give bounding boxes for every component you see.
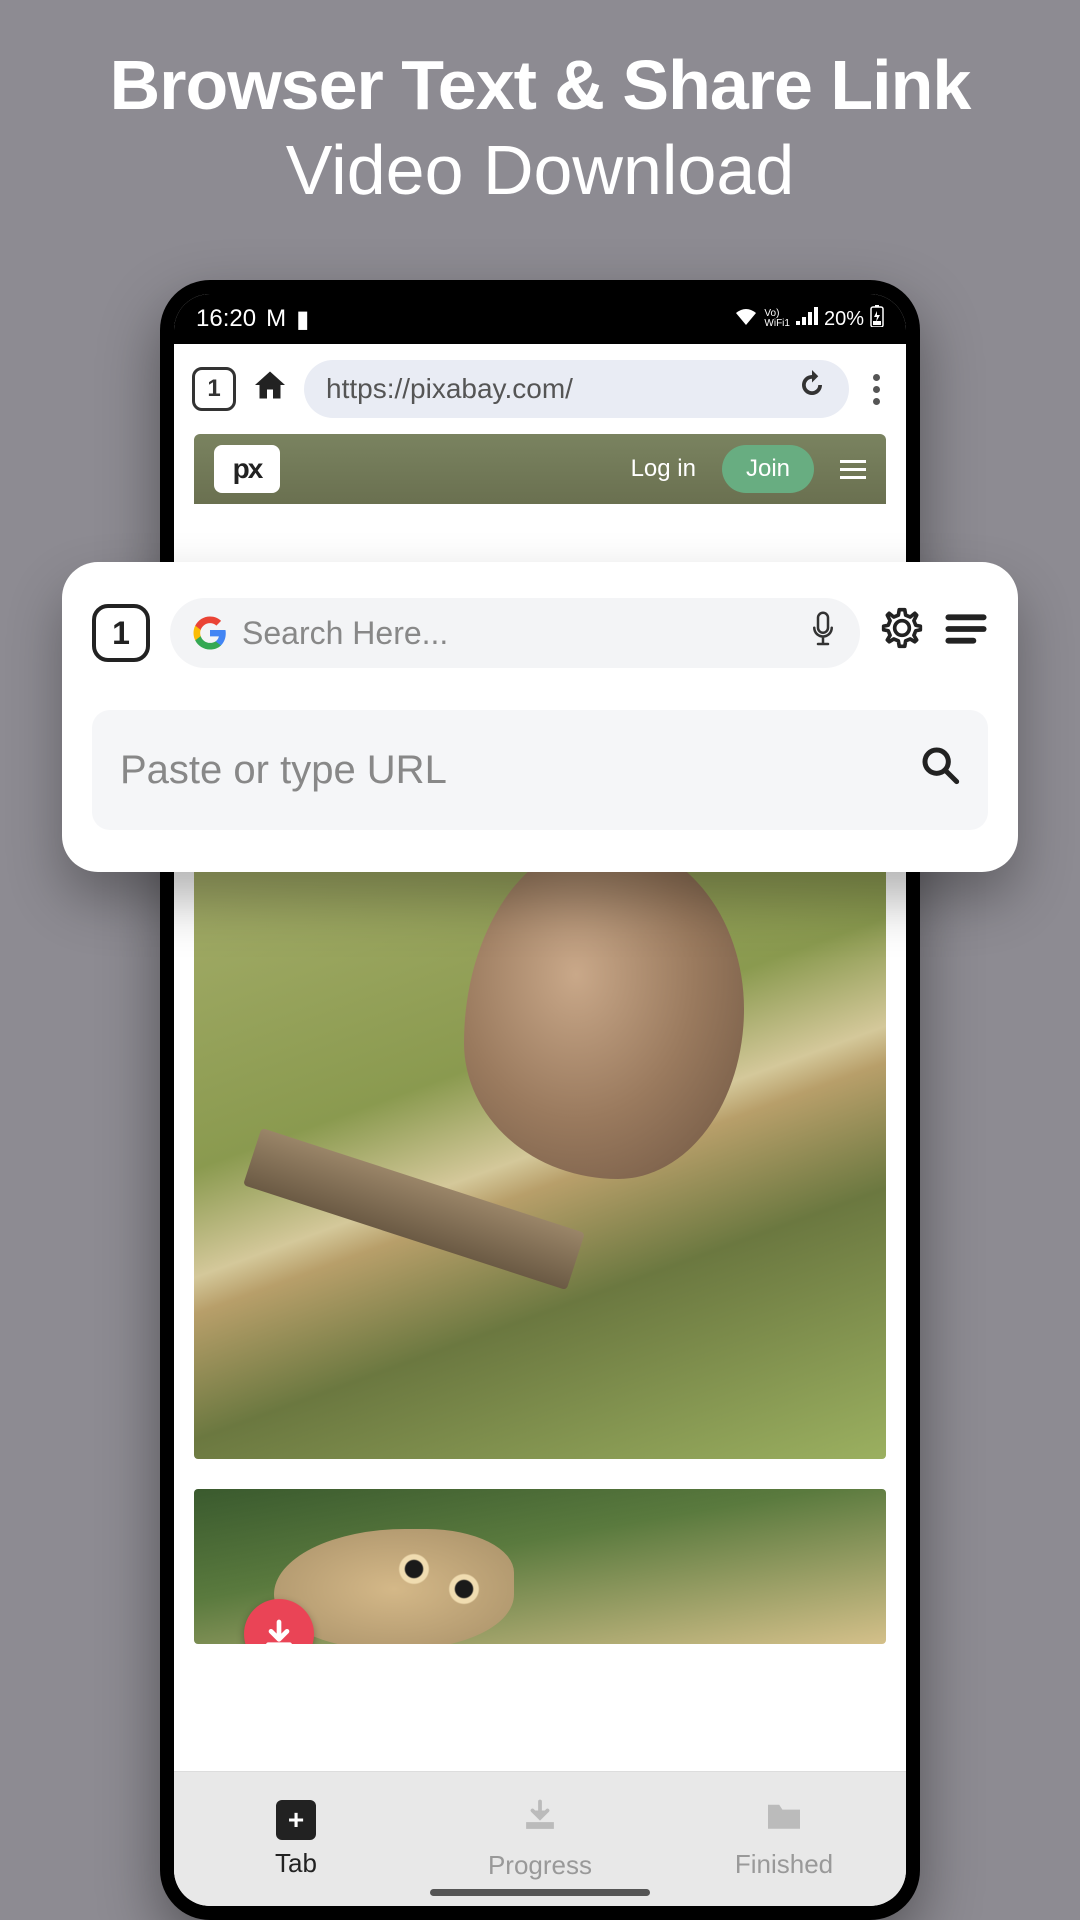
- notification-icon: ▮: [296, 305, 309, 334]
- volte-icon: Vo)WiFi1: [764, 309, 790, 329]
- battery-percent: 20%: [824, 308, 864, 331]
- headline-bold: Browser Text & Share Link: [20, 45, 1060, 125]
- url-placeholder: Paste or type URL: [120, 748, 447, 793]
- pixabay-logo[interactable]: px: [214, 445, 280, 493]
- overlay-tab-count[interactable]: 1: [92, 604, 150, 662]
- browser-toolbar: 1 https://pixabay.com/: [174, 344, 906, 434]
- nav-finished-label: Finished: [735, 1849, 833, 1880]
- pixabay-nav: Log in Join: [631, 445, 866, 493]
- hamburger-menu-button[interactable]: [944, 609, 988, 657]
- search-icon[interactable]: [920, 745, 960, 796]
- wing-spot: [444, 1569, 484, 1609]
- status-right: Vo)WiFi1 20%: [734, 305, 884, 333]
- wing-spot: [394, 1549, 434, 1589]
- bottom-nav: + Tab Progress Finished: [174, 1771, 906, 1906]
- download-icon: [522, 1797, 558, 1842]
- google-icon: [192, 615, 228, 651]
- nav-tab[interactable]: + Tab: [174, 1772, 418, 1906]
- bird-graphic: [464, 839, 744, 1179]
- nav-finished[interactable]: Finished: [662, 1772, 906, 1906]
- status-left: 16:20 M ▮: [196, 305, 309, 334]
- nav-progress[interactable]: Progress: [418, 1772, 662, 1906]
- search-placeholder: Search Here...: [242, 615, 794, 652]
- overlay-top-row: 1 Search Here...: [92, 598, 988, 668]
- folder-icon: [764, 1799, 804, 1841]
- wifi-icon: [734, 307, 758, 331]
- headline-light: Video Download: [20, 130, 1060, 210]
- search-overlay-card: 1 Search Here... Paste or type URL: [62, 562, 1018, 872]
- promo-headline: Browser Text & Share Link Video Download: [0, 0, 1080, 210]
- image-card-butterfly[interactable]: [194, 1489, 886, 1644]
- status-time: 16:20: [196, 305, 256, 333]
- pixabay-header: px Log in Join: [194, 434, 886, 504]
- reload-icon[interactable]: [797, 370, 827, 408]
- microphone-icon[interactable]: [808, 610, 838, 656]
- join-button[interactable]: Join: [722, 445, 814, 493]
- login-link[interactable]: Log in: [631, 455, 696, 483]
- pixabay-menu-icon[interactable]: [840, 460, 866, 479]
- url-input[interactable]: Paste or type URL: [92, 710, 988, 830]
- phone-screen: 16:20 M ▮ Vo)WiFi1 20% 1: [174, 294, 906, 1906]
- settings-button[interactable]: [880, 606, 924, 660]
- overflow-menu-button[interactable]: [865, 374, 888, 405]
- tab-count-button[interactable]: 1: [192, 367, 236, 411]
- home-button[interactable]: [252, 367, 288, 412]
- nav-progress-label: Progress: [488, 1850, 592, 1881]
- nav-tab-label: Tab: [275, 1848, 317, 1879]
- phone-frame: 16:20 M ▮ Vo)WiFi1 20% 1: [160, 280, 920, 1920]
- tab-plus-icon: +: [276, 1800, 316, 1840]
- gmail-icon: M: [266, 305, 286, 333]
- search-input[interactable]: Search Here...: [170, 598, 860, 668]
- image-card-bird[interactable]: [194, 809, 886, 1459]
- url-text: https://pixabay.com/: [326, 373, 573, 405]
- signal-icon: [796, 307, 818, 331]
- status-bar: 16:20 M ▮ Vo)WiFi1 20%: [174, 294, 906, 344]
- battery-icon: [870, 305, 884, 333]
- url-bar[interactable]: https://pixabay.com/: [304, 360, 849, 418]
- home-indicator: [430, 1889, 650, 1896]
